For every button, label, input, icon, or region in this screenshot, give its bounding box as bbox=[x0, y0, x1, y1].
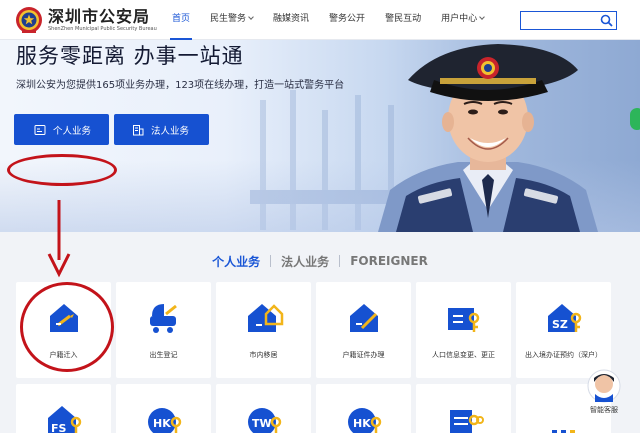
annotation-circle bbox=[20, 282, 114, 372]
document-icon bbox=[449, 410, 484, 433]
service-label: 出生登记 bbox=[149, 351, 178, 359]
hk-permit-icon: HK bbox=[347, 408, 381, 433]
annotation-arrow bbox=[47, 200, 71, 278]
tab-foreigner[interactable]: FOREIGNER bbox=[340, 254, 438, 268]
tw-permit-icon: TW bbox=[247, 408, 281, 433]
corporate-business-button[interactable]: 法人业务 bbox=[114, 114, 209, 145]
customer-service-assistant-icon[interactable] bbox=[586, 368, 622, 408]
banner-subtitle: 深圳公安为您提供165项业务办理，123项在线办理，打造一站式警务平台 bbox=[16, 80, 345, 91]
logo-title: 深圳市公安局 bbox=[48, 6, 151, 26]
service-card-population-info-change[interactable]: 人口信息变更、更正 bbox=[416, 282, 511, 378]
chevron-down-icon bbox=[248, 14, 254, 20]
nav-label: 民生警务 bbox=[210, 14, 247, 24]
house-move-icon bbox=[247, 304, 283, 332]
site-logo[interactable]: 深圳市公安局 ShenZhen Municipal Public Securit… bbox=[14, 5, 157, 35]
service-card-birth-registration[interactable]: 出生登记 bbox=[116, 282, 211, 378]
business-tabs: 个人业务 法人业务 FOREIGNER bbox=[0, 250, 640, 272]
top-header: 深圳市公安局 ShenZhen Municipal Public Securit… bbox=[0, 0, 640, 40]
search-input[interactable] bbox=[521, 15, 599, 33]
svg-text:SZ: SZ bbox=[552, 318, 568, 331]
logo-subtitle: ShenZhen Municipal Public Security Burea… bbox=[48, 25, 157, 32]
nav-livelihood[interactable]: 民生警务 bbox=[200, 0, 263, 40]
police-badge-icon bbox=[14, 5, 44, 35]
side-float-tab[interactable] bbox=[630, 108, 640, 130]
more-icon bbox=[551, 430, 575, 433]
nav-home[interactable]: 首页 bbox=[162, 0, 200, 40]
nav-label: 融媒资讯 bbox=[273, 14, 310, 24]
svg-text:HK: HK bbox=[153, 417, 171, 430]
id-card-icon bbox=[34, 124, 46, 135]
banner-title: 服务零距离 办事一站通 bbox=[16, 44, 244, 68]
search-icon[interactable] bbox=[599, 13, 614, 28]
annotation-highlight-ring bbox=[7, 154, 117, 186]
hk-permit-icon: HK bbox=[147, 408, 181, 433]
personal-business-button[interactable]: 个人业务 bbox=[14, 114, 109, 145]
service-label: 户籍证件办理 bbox=[342, 351, 385, 359]
nav-media[interactable]: 融媒资讯 bbox=[263, 0, 319, 40]
nav-interaction[interactable]: 警民互动 bbox=[375, 0, 431, 40]
svg-text:TW: TW bbox=[252, 417, 272, 430]
house-document-icon bbox=[349, 304, 378, 332]
nav-label: 用户中心 bbox=[441, 14, 478, 24]
page: 深圳市公安局 ShenZhen Municipal Public Securit… bbox=[0, 0, 640, 433]
service-label: 人口信息变更、更正 bbox=[432, 351, 495, 359]
service-card-hk-endorsement[interactable]: HK bbox=[316, 384, 411, 433]
service-card-tw-permit[interactable]: TW bbox=[216, 384, 311, 433]
service-card-exit-entry-booking[interactable]: SZ 出入境办证预约（深户） bbox=[516, 282, 611, 378]
id-card-edit-icon bbox=[447, 308, 479, 332]
tab-personal[interactable]: 个人业务 bbox=[202, 253, 270, 270]
service-card-hk-permit[interactable]: HK bbox=[116, 384, 211, 433]
assistant-label[interactable]: 智能客服 bbox=[581, 405, 627, 415]
personal-business-label: 个人业务 bbox=[53, 125, 92, 137]
svg-text:FS: FS bbox=[51, 422, 67, 433]
search-box bbox=[520, 11, 617, 33]
sz-permit-icon: SZ bbox=[547, 304, 581, 332]
service-card-city-relocation[interactable]: 市内移居 bbox=[216, 282, 311, 378]
chevron-down-icon bbox=[479, 14, 485, 20]
service-card-fs-permit[interactable]: FS bbox=[16, 384, 111, 433]
corporate-business-label: 法人业务 bbox=[151, 125, 190, 137]
building-icon bbox=[133, 124, 144, 135]
service-label: 市内移居 bbox=[249, 351, 278, 359]
fs-permit-icon: FS bbox=[47, 406, 81, 433]
service-card-document[interactable] bbox=[416, 384, 511, 433]
tab-corporate[interactable]: 法人业务 bbox=[271, 253, 339, 270]
nav-label: 警民互动 bbox=[385, 14, 422, 24]
nav-user-center[interactable]: 用户中心 bbox=[431, 0, 494, 40]
main-nav: 首页 民生警务 融媒资讯 警务公开 警民互动 用户中心 bbox=[162, 0, 494, 40]
stroller-icon bbox=[149, 304, 177, 333]
police-officer-image bbox=[378, 44, 598, 232]
service-label: 出入境办证预约（深户） bbox=[525, 351, 602, 359]
service-card-household-documents[interactable]: 户籍证件办理 bbox=[316, 282, 411, 378]
nav-label: 首页 bbox=[172, 14, 191, 24]
svg-text:HK: HK bbox=[353, 417, 371, 430]
nav-disclosure[interactable]: 警务公开 bbox=[319, 0, 375, 40]
nav-label: 警务公开 bbox=[329, 14, 366, 24]
